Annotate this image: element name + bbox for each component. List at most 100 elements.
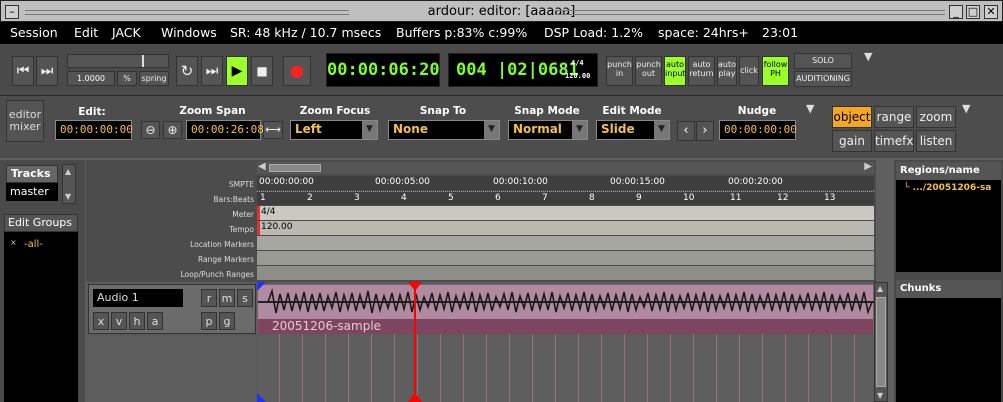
nudge-forward-icon[interactable]: › [696,121,714,141]
minimize-button[interactable]: _ [949,5,963,19]
shuttle-value[interactable]: 1.0000 [67,71,115,86]
snap-mode-select[interactable]: Normal ▼ [508,120,588,140]
auto-play-button[interactable]: auto play [717,56,737,86]
secondary-clock[interactable]: 004 |02|0681 4/4 120.00 [448,53,598,87]
bar-tick-label: 5 [448,193,454,203]
timeline-canvas[interactable]: 20051206-sample [257,282,874,402]
auto-input-button[interactable]: auto input [664,56,686,86]
edit-groups-tab[interactable]: Edit Groups [4,214,78,232]
tracks-tab[interactable]: Tracks [6,165,58,183]
mode-listen-button[interactable]: listen [916,130,956,152]
zoom-focus-select[interactable]: Left ▼ [290,120,378,140]
track-name-field[interactable]: Audio 1 [93,289,183,307]
menu-jack[interactable]: JACK [112,25,141,40]
audio-region[interactable]: 20051206-sample [257,284,874,334]
location-markers-ruler[interactable] [257,236,874,250]
record-icon[interactable]: ● [283,56,311,86]
vertical-scrollbar[interactable]: ▲ ▼ [874,282,888,402]
smpte-tick-label: 00:00:00:00 [259,177,314,187]
auto-return-button[interactable]: auto return [688,56,715,86]
mode-range-button[interactable]: range [874,106,914,128]
vertical-scroll-thumb[interactable] [876,297,886,387]
editor-mixer-label-2: mixer [9,120,41,134]
mode-gain-button[interactable]: gain [832,130,872,152]
menu-windows[interactable]: Windows [161,25,217,40]
track-automation-button[interactable]: a [147,312,163,330]
nudge-clock[interactable]: 00:00:00:00 [719,120,797,140]
track-header: Audio 1 r m s x v h a p g [88,284,256,334]
shuttle-units-button[interactable]: % [117,71,137,86]
goto-start-button[interactable]: ⏮ [12,56,34,86]
group-all-item[interactable]: -all- [24,239,43,250]
snap-to-select[interactable]: None ▼ [388,120,500,140]
edit-point-clock[interactable]: 00:00:00:00 [55,120,133,140]
zoom-in-icon[interactable]: ⊕ [163,121,182,139]
group-active-marker[interactable]: × [10,238,17,247]
playhead-top-icon[interactable] [408,282,422,291]
playhead[interactable] [414,282,416,402]
empty-track-space [88,336,256,402]
mode-object-button[interactable]: object [832,106,872,128]
zoom-span-label: Zoom Span [179,105,246,117]
editor-toolbar: editor mixer Edit: 00:00:00:00 Zoom Span … [0,96,1003,158]
mute-button[interactable]: m [219,289,235,307]
loop-icon[interactable]: ↻ [176,56,198,86]
nudge-back-icon[interactable]: ‹ [677,121,695,141]
mode-expander-icon[interactable]: ▼ [962,102,970,115]
menu-session[interactable]: Session [10,25,58,40]
solo-indicator[interactable]: SOLO [794,53,852,69]
playhead-bottom-icon[interactable] [408,393,422,402]
bbt-value: 004 |02|0681 [456,60,579,80]
scroll-thumb[interactable] [269,164,321,172]
follow-playhead-button[interactable]: follow PH [762,56,789,86]
snap-to-value: None [393,122,428,136]
zoom-to-session-icon[interactable]: ⟷ [263,121,283,139]
tempo-ruler[interactable]: 120.00 [257,221,874,235]
track-list-master[interactable]: master [6,183,58,201]
solo-button[interactable]: s [237,289,253,307]
transport-expander-icon[interactable]: ▼ [864,50,872,63]
edit-mode-value: Slide [601,122,635,136]
transport-bar: ⏮ ⏭ 1.0000 % spring ↻ ⏭ ▶ ■ ● 00:00:06:2… [0,44,1003,96]
play-icon[interactable]: ▶ [226,56,248,86]
zoom-span-clock[interactable]: 00:00:26:08 [186,120,264,140]
toolbar-expander-icon[interactable]: ▼ [806,102,814,115]
group-button[interactable]: g [219,312,235,330]
click-button[interactable]: click [739,56,759,86]
shuttle-mode-button[interactable]: spring [139,71,169,86]
tempo-marker[interactable]: 120.00 [261,222,293,232]
bar-tick-label: 8 [589,193,595,203]
regions-header[interactable]: Regions/name [896,162,1001,180]
loop-punch-ruler[interactable] [257,266,874,280]
region-name: 20051206-sample [272,319,382,333]
menu-edit[interactable]: Edit [74,25,98,40]
range-markers-ruler[interactable] [257,251,874,265]
close-button[interactable]: ✕ [984,5,998,19]
bars-beats-ruler[interactable]: 1 2 3 4 5 6 7 8 9 10 11 12 13 [257,191,874,205]
zoom-out-icon[interactable]: ⊖ [141,121,160,139]
record-enable-button[interactable]: r [201,289,217,307]
stop-icon[interactable]: ■ [251,56,273,86]
meter-marker[interactable]: 4/4 [261,207,275,217]
chunks-header[interactable]: Chunks [896,280,1001,298]
horizontal-scrollbar[interactable]: ◀ ▶ [257,161,874,174]
auditioning-indicator[interactable]: AUDITIONING [794,71,852,87]
edit-mode-select[interactable]: Slide ▼ [596,120,670,140]
goto-end-button[interactable]: ⏭ [36,56,58,86]
track-height-button[interactable]: h [129,312,145,330]
punch-out-button[interactable]: punch out [635,56,662,86]
region-list-item[interactable]: └ .../20051206-sa [904,183,991,193]
track-hide-button[interactable]: x [93,312,109,330]
editor-mixer-button[interactable]: editor mixer [6,100,44,142]
track-visual-button[interactable]: v [111,312,127,330]
maximize-button[interactable]: □ [966,5,980,19]
shuttle-slider[interactable] [67,54,169,68]
punch-in-button[interactable]: punch in [606,56,633,86]
meter-ruler[interactable]: 4/4 [257,206,874,220]
mode-zoom-button[interactable]: zoom [916,106,956,128]
playlist-button[interactable]: p [201,312,217,330]
play-range-button[interactable]: ⏭ [201,56,223,86]
tracks-scrollbar[interactable]: ▲ ▼ [62,164,76,204]
mode-timefx-button[interactable]: timefx [874,130,914,152]
primary-clock[interactable]: 00:00:06:20 [326,53,440,87]
